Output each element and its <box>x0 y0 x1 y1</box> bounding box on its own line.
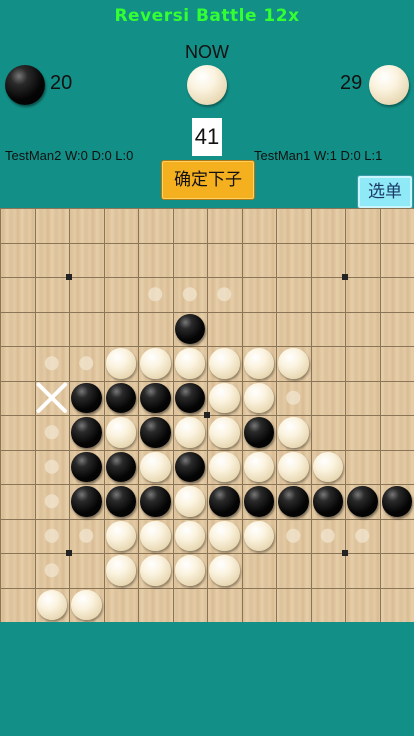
star-point <box>342 550 348 556</box>
valid-move-hint[interactable] <box>355 528 370 543</box>
black-stone <box>381 486 412 517</box>
white-stone <box>140 520 171 551</box>
game-board[interactable] <box>0 208 414 622</box>
white-stone <box>312 451 343 482</box>
white-stone <box>140 348 171 379</box>
white-stone <box>209 348 240 379</box>
white-stone <box>71 589 102 620</box>
black-stone <box>209 486 240 517</box>
black-stone <box>140 382 171 413</box>
board-grid <box>0 208 414 622</box>
black-player-stone-icon <box>5 65 45 105</box>
white-stone <box>105 348 136 379</box>
white-stone <box>278 417 309 448</box>
black-stone <box>71 382 102 413</box>
black-stone <box>278 486 309 517</box>
white-stone <box>140 451 171 482</box>
white-stone <box>209 417 240 448</box>
confirm-move-button[interactable]: 确定下子 <box>161 160 255 200</box>
valid-move-hint[interactable] <box>44 425 59 440</box>
black-stone <box>174 313 205 344</box>
black-stone <box>140 486 171 517</box>
white-stone <box>174 417 205 448</box>
black-stone <box>105 486 136 517</box>
app-title: Reversi Battle 12x <box>114 6 300 26</box>
menu-button[interactable]: 选单 <box>357 175 413 209</box>
black-stone <box>312 486 343 517</box>
white-stone <box>243 348 274 379</box>
valid-move-hint[interactable] <box>286 528 301 543</box>
white-stone <box>105 555 136 586</box>
white-stone <box>243 520 274 551</box>
white-stone <box>209 382 240 413</box>
white-stone <box>174 486 205 517</box>
white-stone <box>243 451 274 482</box>
white-stone <box>174 348 205 379</box>
black-stone-count: 20 <box>50 72 73 94</box>
valid-move-hint[interactable] <box>44 356 59 371</box>
white-stone-count: 29 <box>340 72 363 94</box>
white-stone <box>105 417 136 448</box>
white-stone <box>243 382 274 413</box>
white-stone <box>140 555 171 586</box>
valid-move-hint[interactable] <box>79 528 94 543</box>
white-stone <box>209 555 240 586</box>
white-stone <box>174 520 205 551</box>
black-stone <box>347 486 378 517</box>
star-point <box>66 274 72 280</box>
black-stone <box>105 382 136 413</box>
star-point <box>66 550 72 556</box>
right-player-stats: TestMan1 W:1 D:0 L:1 <box>254 148 383 163</box>
valid-move-hint[interactable] <box>44 494 59 509</box>
valid-move-hint[interactable] <box>182 287 197 302</box>
valid-move-hint[interactable] <box>79 356 94 371</box>
valid-move-hint[interactable] <box>44 459 59 474</box>
valid-move-hint[interactable] <box>286 390 301 405</box>
current-turn-stone-icon <box>187 65 227 105</box>
valid-move-hint[interactable] <box>320 528 335 543</box>
white-stone <box>278 451 309 482</box>
left-player-stats: TestMan2 W:0 D:0 L:0 <box>5 148 134 163</box>
black-stone <box>174 451 205 482</box>
valid-move-hint[interactable] <box>44 528 59 543</box>
black-stone <box>174 382 205 413</box>
white-stone <box>105 520 136 551</box>
valid-move-hint[interactable] <box>217 287 232 302</box>
current-turn-label: NOW <box>185 42 229 62</box>
black-stone <box>71 417 102 448</box>
black-stone <box>243 417 274 448</box>
white-stone <box>209 451 240 482</box>
black-stone <box>243 486 274 517</box>
valid-move-hint[interactable] <box>148 287 163 302</box>
black-stone <box>140 417 171 448</box>
black-stone <box>71 451 102 482</box>
white-stone <box>174 555 205 586</box>
star-point <box>342 274 348 280</box>
black-stone <box>105 451 136 482</box>
white-player-stone-icon <box>369 65 409 105</box>
star-point <box>204 412 210 418</box>
black-stone <box>71 486 102 517</box>
white-stone <box>36 589 67 620</box>
move-number: 41 <box>192 118 222 156</box>
white-stone <box>278 348 309 379</box>
white-stone <box>209 520 240 551</box>
valid-move-hint[interactable] <box>44 563 59 578</box>
